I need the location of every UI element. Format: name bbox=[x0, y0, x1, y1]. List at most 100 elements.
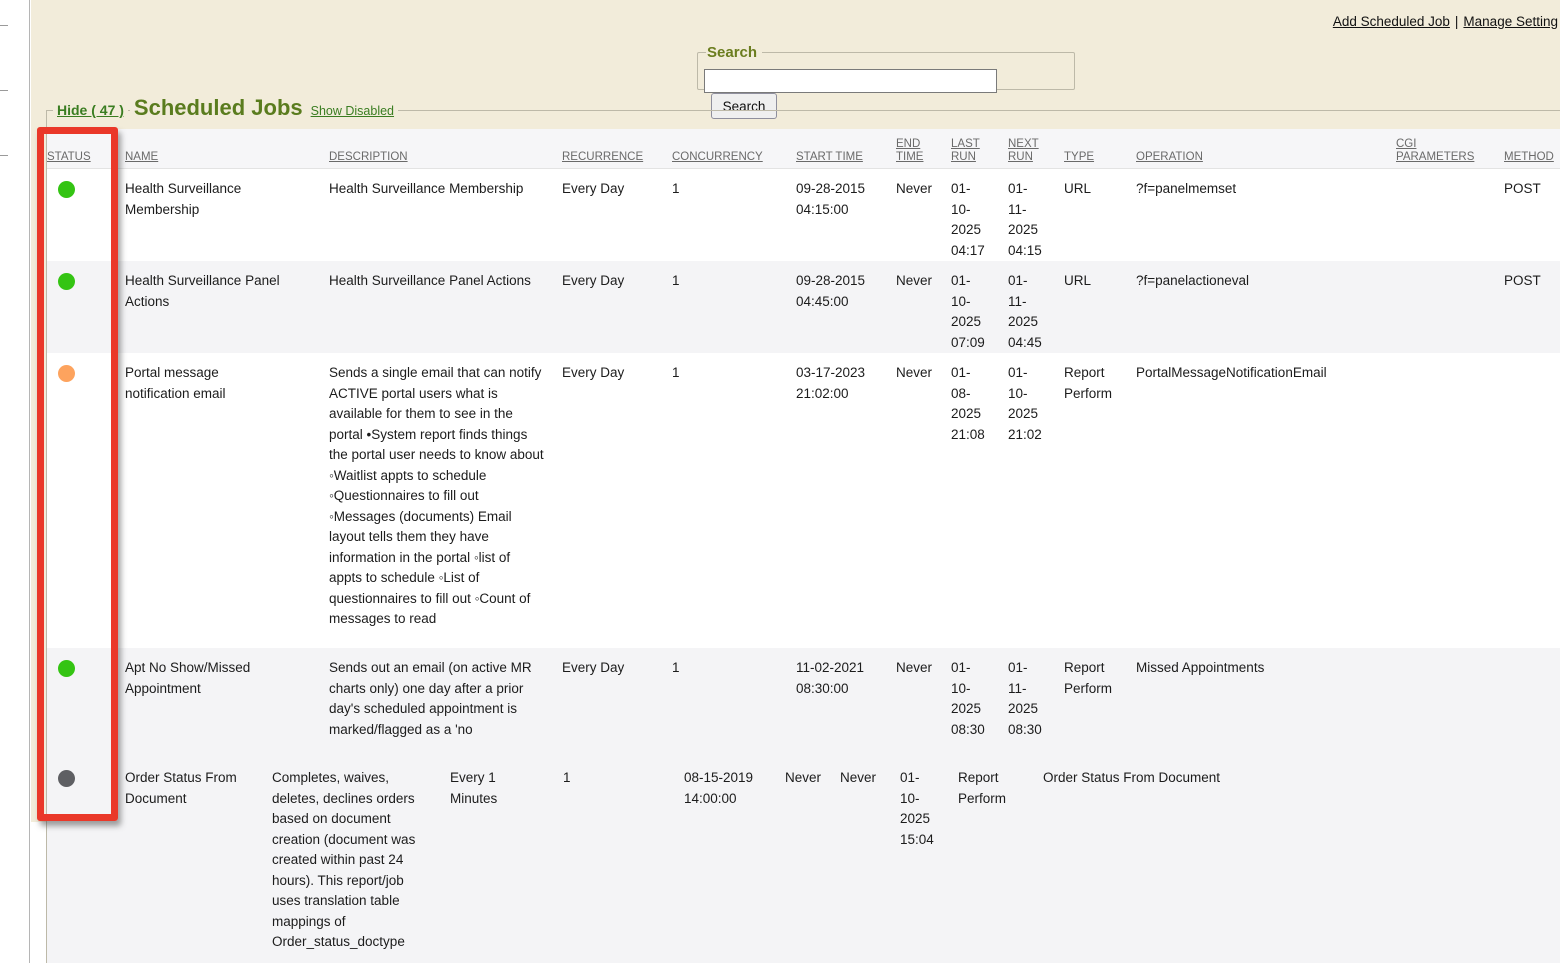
status-indicator-dot bbox=[58, 365, 75, 382]
status-indicator-dot bbox=[58, 181, 75, 198]
concurrency-cell: 1 bbox=[563, 758, 684, 963]
concurrency-cell: 1 bbox=[672, 648, 796, 758]
start-time-cell: 08-15-2019 14:00:00 bbox=[684, 758, 785, 963]
start-time-cell: 03-17-2023 21:02:00 bbox=[796, 353, 896, 648]
name-cell: Apt No Show/Missed Appointment bbox=[125, 648, 329, 758]
header-recurrence[interactable]: RECURRENCE bbox=[562, 151, 672, 168]
content-area: Add Scheduled Job | Manage Setting Search … bbox=[31, 0, 1560, 963]
scheduled-jobs-panel: Hide ( 47 ) Scheduled Jobs Show Disabled… bbox=[46, 110, 1560, 963]
header-name[interactable]: NAME bbox=[125, 151, 329, 168]
end-time-cell: Never bbox=[896, 169, 951, 261]
table-header-row: STATUS NAME DESCRIPTION RECURRENCE CONCU… bbox=[47, 129, 1560, 169]
cgi-parameters-cell bbox=[1396, 353, 1504, 648]
manage-settings-link[interactable]: Manage Setting bbox=[1463, 14, 1558, 29]
last-run-cell: Never bbox=[840, 758, 900, 963]
table-row: Portal message notification email Sends … bbox=[47, 353, 1560, 648]
header-cgi-parameters[interactable]: CGI PARAMETERS bbox=[1396, 138, 1504, 168]
left-margin-ruler bbox=[0, 0, 30, 963]
status-cell bbox=[47, 169, 125, 261]
method-cell: POST bbox=[1504, 169, 1560, 261]
end-time-cell: Never bbox=[896, 353, 951, 648]
status-cell bbox=[47, 648, 125, 758]
header-end-time[interactable]: END TIME bbox=[896, 138, 951, 168]
status-indicator-dot bbox=[58, 660, 75, 677]
ruler-tick bbox=[0, 90, 8, 91]
recurrence-cell: Every Day bbox=[562, 648, 672, 758]
next-run-cell: 01-10-2025 21:02 bbox=[1008, 353, 1064, 648]
table-row: Health Surveillance Panel Actions Health… bbox=[47, 261, 1560, 353]
header-method[interactable]: METHOD bbox=[1504, 151, 1560, 168]
header-description[interactable]: DESCRIPTION bbox=[329, 151, 562, 168]
header-last-run[interactable]: LAST RUN bbox=[951, 138, 1008, 168]
cgi-parameters-cell bbox=[1396, 648, 1504, 758]
method-cell bbox=[1504, 353, 1560, 648]
operation-cell: Missed Appointments bbox=[1136, 648, 1396, 758]
header-operation[interactable]: OPERATION bbox=[1136, 151, 1396, 168]
next-run-cell: 01-11-2025 08:30 bbox=[1008, 648, 1064, 758]
type-cell: Report Perform bbox=[958, 758, 1043, 963]
header-start-time[interactable]: START TIME bbox=[796, 151, 896, 168]
name-cell: Order Status From Document bbox=[125, 758, 272, 963]
start-time-cell: 11-02-2021 08:30:00 bbox=[796, 648, 896, 758]
ruler-tick bbox=[0, 155, 8, 156]
header-status[interactable]: STATUS bbox=[47, 151, 125, 168]
last-run-cell: 01-10-2025 07:09 bbox=[951, 261, 1008, 353]
status-indicator-dot bbox=[58, 273, 75, 290]
next-run-cell: 01-11-2025 04:45 bbox=[1008, 261, 1064, 353]
search-panel-legend: Search bbox=[706, 44, 762, 61]
operation-cell: ?f=panelmemset bbox=[1136, 169, 1396, 261]
panel-title: Scheduled Jobs bbox=[130, 95, 307, 121]
description-cell: Sends a single email that can notify ACT… bbox=[329, 353, 562, 648]
description-cell: Completes, waives, deletes, declines ord… bbox=[272, 758, 450, 963]
last-run-cell: 01-10-2025 08:30 bbox=[951, 648, 1008, 758]
recurrence-cell: Every Day bbox=[562, 261, 672, 353]
type-cell: URL bbox=[1064, 261, 1136, 353]
recurrence-cell: Every Day bbox=[562, 169, 672, 261]
type-cell: URL bbox=[1064, 169, 1136, 261]
concurrency-cell: 1 bbox=[672, 261, 796, 353]
concurrency-cell: 1 bbox=[672, 169, 796, 261]
name-cell: Health Surveillance Membership bbox=[125, 169, 329, 261]
search-input[interactable] bbox=[704, 69, 997, 93]
type-cell: Report Perform bbox=[1064, 353, 1136, 648]
start-time-cell: 09-28-2015 04:15:00 bbox=[796, 169, 896, 261]
start-time-cell: 09-28-2015 04:45:00 bbox=[796, 261, 896, 353]
concurrency-cell: 1 bbox=[672, 353, 796, 648]
last-run-cell: 01-08-2025 21:08 bbox=[951, 353, 1008, 648]
recurrence-cell: Every Day bbox=[562, 353, 672, 648]
method-cell: POST bbox=[1504, 261, 1560, 353]
status-indicator-dot bbox=[58, 770, 75, 787]
show-disabled-link[interactable]: Show Disabled bbox=[307, 104, 398, 118]
method-cell bbox=[1504, 648, 1560, 758]
type-cell: Report Perform bbox=[1064, 648, 1136, 758]
cgi-parameters-cell bbox=[1396, 261, 1504, 353]
link-separator: | bbox=[1455, 14, 1459, 29]
operation-cell: ?f=panelactioneval bbox=[1136, 261, 1396, 353]
name-cell: Portal message notification email bbox=[125, 353, 329, 648]
description-cell: Sends out an email (on active MR charts … bbox=[329, 648, 562, 758]
end-time-cell: Never bbox=[896, 261, 951, 353]
table-row: Health Surveillance Membership Health Su… bbox=[47, 169, 1560, 261]
next-run-cell: 01-10-2025 15:04 bbox=[900, 758, 958, 963]
end-time-cell: Never bbox=[785, 758, 840, 963]
header-concurrency[interactable]: CONCURRENCY bbox=[672, 151, 796, 168]
scheduled-jobs-table: STATUS NAME DESCRIPTION RECURRENCE CONCU… bbox=[47, 129, 1560, 963]
search-panel: Search Search bbox=[697, 44, 1075, 90]
recurrence-cell: Every 1 Minutes bbox=[450, 758, 563, 963]
table-row: Apt No Show/Missed Appointment Sends out… bbox=[47, 648, 1560, 758]
header-type[interactable]: TYPE bbox=[1064, 151, 1136, 168]
add-scheduled-job-link[interactable]: Add Scheduled Job bbox=[1333, 14, 1450, 29]
cgi-parameters-cell bbox=[1396, 169, 1504, 261]
operation-cell: PortalMessageNotificationEmail bbox=[1136, 353, 1396, 648]
ruler-tick bbox=[0, 25, 8, 26]
page: Add Scheduled Job | Manage Setting Search … bbox=[0, 0, 1560, 963]
description-cell: Health Surveillance Membership bbox=[329, 169, 562, 261]
last-run-cell: 01-10-2025 04:17 bbox=[951, 169, 1008, 261]
name-cell: Health Surveillance Panel Actions bbox=[125, 261, 329, 353]
next-run-cell: 01-11-2025 04:15 bbox=[1008, 169, 1064, 261]
header-next-run[interactable]: NEXT RUN bbox=[1008, 138, 1064, 168]
top-links: Add Scheduled Job | Manage Setting bbox=[1333, 14, 1558, 29]
hide-count-link[interactable]: Hide ( 47 ) bbox=[53, 102, 128, 118]
operation-cell: Order Status From Document bbox=[1043, 758, 1560, 963]
end-time-cell: Never bbox=[896, 648, 951, 758]
